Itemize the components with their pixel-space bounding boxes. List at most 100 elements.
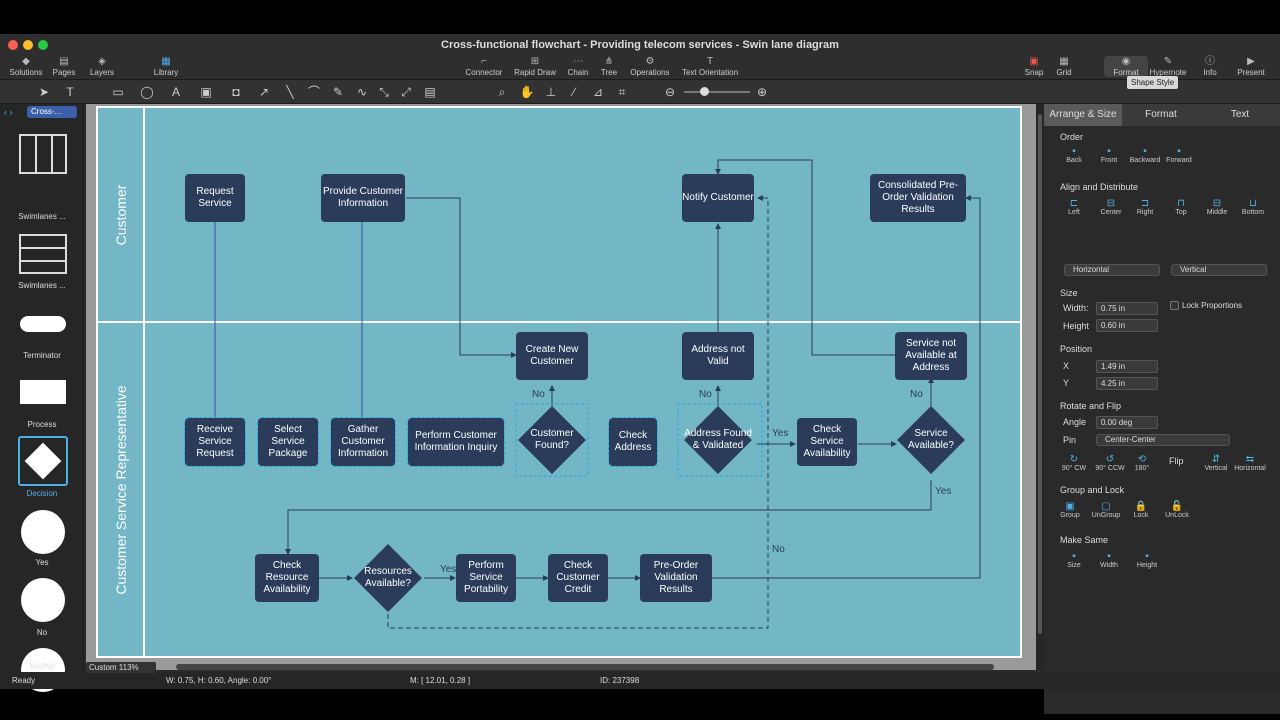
smart-connector-tool-icon[interactable]: ⤢ [398, 84, 414, 100]
no-shape[interactable] [21, 578, 65, 622]
pointer-tool-icon[interactable]: ➤ [36, 84, 52, 100]
node-perform-service-portability[interactable]: Perform Service Portability [456, 554, 516, 602]
text-tool-icon[interactable]: A [168, 84, 184, 100]
shape-tool-icon[interactable]: ▤ [422, 84, 438, 100]
node-check-customer-credit[interactable]: Check Customer Credit [548, 554, 608, 602]
zoom-level-select[interactable]: Custom 113% [86, 662, 156, 673]
brush-icon[interactable]: ⊿ [590, 84, 606, 100]
align-left-button[interactable]: ⊏ Left [1054, 198, 1094, 216]
bezier-tool-icon[interactable]: ∿ [354, 84, 370, 100]
library-button[interactable]: ▦ Library [144, 56, 188, 77]
node-address-found-validated[interactable]: Address Found & Validated [682, 404, 754, 476]
tab-text[interactable]: Text [1200, 104, 1280, 126]
node-provide-customer-info[interactable]: Provide Customer Information [321, 174, 405, 222]
y-input[interactable]: 4.25 in [1096, 377, 1158, 390]
flip-horizontal-button[interactable]: ⇆ Horizontal [1230, 454, 1270, 472]
text-box-tool-icon[interactable]: T [62, 84, 78, 100]
swimlanes-horizontal-shape[interactable] [19, 234, 67, 274]
node-create-new-customer[interactable]: Create New Customer [516, 332, 588, 380]
make-same-height-button[interactable]: ▪ Height [1127, 551, 1167, 569]
spline-tool-icon[interactable]: ⤡ [376, 84, 392, 100]
forward-button[interactable]: ▪ Forward [1159, 146, 1199, 164]
align-bottom-button[interactable]: ⊔ Bottom [1233, 198, 1273, 216]
node-customer-found[interactable]: Customer Found? [516, 404, 588, 476]
node-preorder-validation-results[interactable]: Pre-Order Validation Results [640, 554, 712, 602]
arrow-tool-icon[interactable]: ↗ [256, 84, 272, 100]
node-check-service-availability[interactable]: Check Service Availability [797, 418, 857, 466]
vertical-scrollbar[interactable] [1036, 104, 1044, 670]
zoom-dropdown[interactable] [10, 654, 70, 666]
layers-button[interactable]: ◈ Layers [80, 56, 124, 77]
ellipse-tool-icon[interactable]: ◯ [139, 84, 155, 100]
zoom-in-icon[interactable]: ⊕ [754, 84, 770, 100]
swimlanes-vertical-shape[interactable] [19, 134, 67, 174]
align-right-button[interactable]: ⊐ Right [1125, 198, 1165, 216]
terminator-shape[interactable] [20, 316, 66, 332]
present-button[interactable]: ▶ Present [1229, 56, 1273, 77]
group-button[interactable]: ▣ Group [1050, 501, 1090, 519]
node-consolidated-results[interactable]: Consolidated Pre-Order Validation Result… [870, 174, 966, 222]
align-top-button[interactable]: ⊓ Top [1161, 198, 1201, 216]
ungroup-button[interactable]: ▢ UnGroup [1086, 501, 1126, 519]
back-button[interactable]: ▪ Back [1054, 146, 1094, 164]
distribute-vertical-select[interactable]: Vertical [1171, 264, 1267, 276]
hand-icon[interactable]: ✋ [519, 84, 535, 100]
maximize-window-button[interactable] [38, 40, 48, 50]
diagram-page[interactable]: Customer Customer Service Representative [96, 106, 1022, 658]
decision-shape-selected[interactable] [18, 436, 68, 486]
tab-format[interactable]: Format [1122, 104, 1200, 126]
connector-button[interactable]: ⌐ Connector [462, 56, 506, 77]
tab-arrange-size[interactable]: Arrange & Size [1044, 104, 1122, 126]
width-input[interactable]: 0.75 in [1096, 302, 1158, 315]
format-button[interactable]: ◉ Format [1104, 56, 1148, 77]
height-input[interactable]: 0.60 in [1096, 319, 1158, 332]
hypernote-button[interactable]: ✎ Hypernote [1146, 56, 1190, 77]
node-select-service-package[interactable]: Select Service Package [257, 417, 319, 467]
arc-tool-icon[interactable]: ⌒ [306, 84, 322, 100]
pen-tool-icon[interactable]: ✎ [330, 84, 346, 100]
search-icon[interactable]: ⌕ [494, 84, 510, 100]
process-shape[interactable] [20, 380, 66, 404]
distribute-horizontal-select[interactable]: Horizontal [1064, 264, 1160, 276]
grid-button[interactable]: ▦ Grid [1042, 56, 1086, 77]
make-same-size-button[interactable]: ▪ Size [1054, 551, 1094, 569]
horizontal-scrollbar[interactable] [176, 664, 994, 670]
node-service-not-available[interactable]: Service not Available at Address [895, 332, 967, 380]
close-window-button[interactable] [8, 40, 18, 50]
lock-proportions-checkbox[interactable] [1170, 301, 1179, 310]
node-address-not-valid[interactable]: Address not Valid [682, 332, 754, 380]
line-tool-icon[interactable]: ╲ [282, 84, 298, 100]
nav-arrows-icon[interactable]: ‹ › [4, 107, 13, 117]
node-perform-info-inquiry[interactable]: Perform Customer Information Inquiry [407, 417, 505, 467]
make-same-width-button[interactable]: ▪ Width [1089, 551, 1129, 569]
stamp-icon[interactable]: ⊥ [543, 84, 559, 100]
node-check-resource-availability[interactable]: Check Resource Availability [255, 554, 319, 602]
zoom-slider[interactable] [684, 87, 750, 96]
library-dropdown[interactable]: Cross-... [27, 106, 77, 118]
tree-button[interactable]: ⋔ Tree [587, 56, 631, 77]
lock-button[interactable]: 🔒 Lock [1121, 501, 1161, 519]
node-gather-customer-info[interactable]: Gather Customer Information [330, 417, 396, 467]
rotate-180-button[interactable]: ⟲ 180° [1122, 454, 1162, 472]
yes-shape[interactable] [21, 510, 65, 554]
node-service-available[interactable]: Service Available? [895, 404, 967, 476]
operations-button[interactable]: ⚙ Operations [628, 56, 672, 77]
node-request-service[interactable]: Request Service [185, 174, 245, 222]
eyedropper-icon[interactable]: ⁄ [566, 84, 582, 100]
rotate-90cw-button[interactable]: ↻ 90° CW [1054, 454, 1094, 472]
unlock-button[interactable]: 🔓 UnLock [1157, 501, 1197, 519]
label-tool-icon[interactable]: ▣ [198, 84, 214, 100]
node-receive-service-request[interactable]: Receive Service Request [184, 417, 246, 467]
node-notify-customer[interactable]: Notify Customer [682, 174, 754, 222]
crop-icon[interactable]: ⌗ [614, 84, 630, 100]
callout-tool-icon[interactable]: ◘ [228, 84, 244, 100]
text-orientation-button[interactable]: T Text Orientation [680, 56, 740, 77]
rectangle-tool-icon[interactable]: ▭ [110, 84, 126, 100]
front-button[interactable]: ▪ Front [1089, 146, 1129, 164]
minimize-window-button[interactable] [23, 40, 33, 50]
zoom-slider-thumb[interactable] [700, 87, 709, 96]
x-input[interactable]: 1.49 in [1096, 360, 1158, 373]
angle-input[interactable]: 0.00 deg [1096, 416, 1158, 429]
canvas-area[interactable]: Customer Customer Service Representative [86, 104, 1036, 670]
node-check-address[interactable]: Check Address [608, 417, 658, 467]
